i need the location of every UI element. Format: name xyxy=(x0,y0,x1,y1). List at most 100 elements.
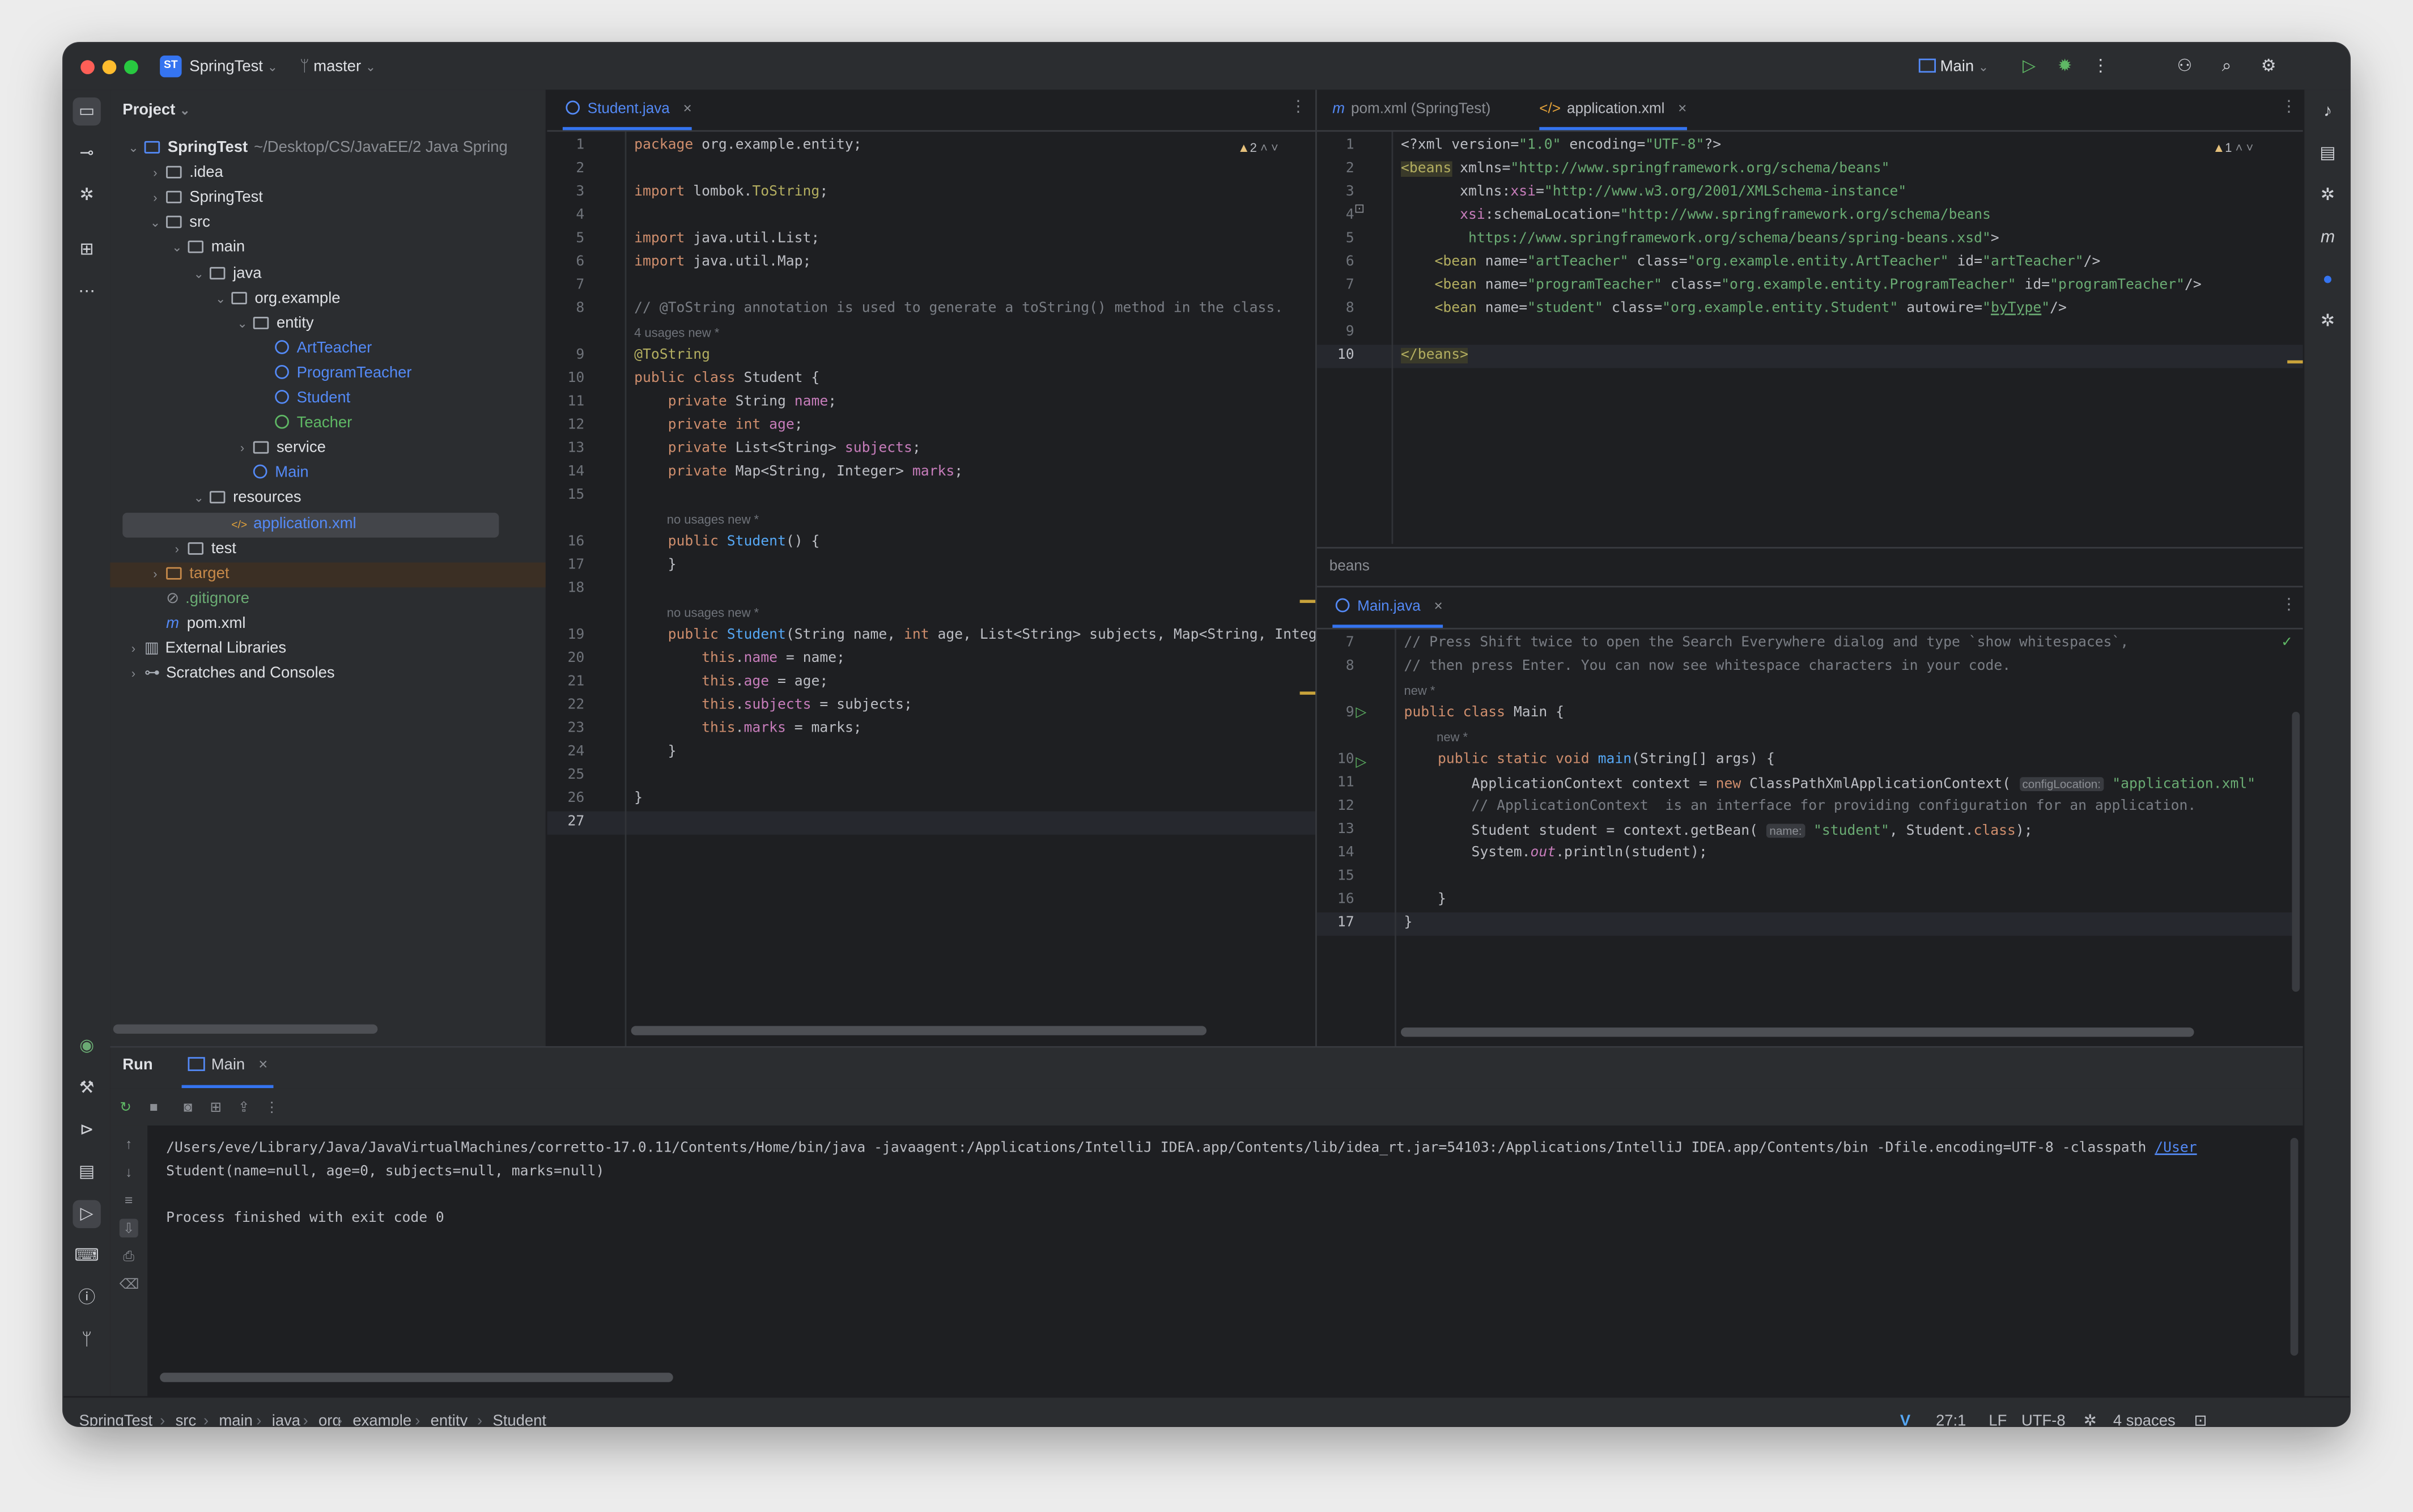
ai-assistant-icon[interactable]: ✲ xyxy=(73,181,100,209)
tree-item[interactable]: ⌄ main xyxy=(110,236,545,261)
tree-item[interactable]: › .idea xyxy=(110,162,545,186)
ai-chat-icon[interactable]: ✲ xyxy=(2314,308,2342,335)
services-icon[interactable]: ⊳ xyxy=(73,1116,100,1144)
more-actions-icon[interactable]: ⋮ xyxy=(262,1098,281,1116)
run-gutter-icon[interactable]: ▷ xyxy=(1356,754,1366,771)
tree-item[interactable]: › ▥ External Libraries xyxy=(110,637,545,662)
tree-item[interactable]: ⌄ SpringTest ~/Desktop/CS/JavaEE/2 Java Sp… xyxy=(110,137,545,162)
editor-hscrollbar[interactable] xyxy=(631,1026,1206,1035)
tree-item[interactable]: › SpringTest xyxy=(110,186,545,211)
scroll-down-icon[interactable]: ↓ xyxy=(120,1163,138,1182)
line-separator[interactable]: LF xyxy=(1989,1412,2007,1426)
rerun-icon[interactable]: ↻ xyxy=(116,1098,135,1116)
student-code[interactable]: 1 package org.example.entity; 2 3 import lom… xyxy=(547,90,1316,1046)
run-gutter-icon[interactable]: ▷ xyxy=(1356,704,1366,721)
main-code[interactable]: 7 // Press Shift twice to open the Search… xyxy=(1316,587,2303,1047)
terminal-icon[interactable]: ⌨ xyxy=(73,1242,100,1270)
structure-icon[interactable]: ⊞ xyxy=(73,236,100,264)
run-icon[interactable]: ▷ xyxy=(2018,56,2040,77)
code-vision-hint[interactable]: no usages new * xyxy=(667,511,759,530)
tree-item[interactable]: Main xyxy=(110,462,545,487)
tree-item[interactable]: ⌄ entity xyxy=(110,312,545,337)
stop-icon[interactable]: ■ xyxy=(145,1098,163,1116)
close-window-button[interactable] xyxy=(80,60,95,74)
nav-crumb[interactable]: src xyxy=(176,1412,197,1426)
restore-layout-icon[interactable]: ⊞ xyxy=(206,1098,225,1116)
zoom-window-button[interactable] xyxy=(124,60,138,74)
project-hscrollbar[interactable] xyxy=(113,1024,378,1034)
tree-item[interactable]: </> application.xml xyxy=(122,512,499,537)
chevron-right-icon[interactable]: › xyxy=(126,662,141,687)
chevron-down-icon[interactable]: ⌄ xyxy=(191,262,206,287)
chevron-right-icon[interactable]: › xyxy=(126,637,141,662)
run-tool-icon[interactable]: ▷ xyxy=(73,1200,101,1229)
console-link[interactable]: /User xyxy=(2155,1141,2197,1156)
tree-item[interactable]: › target xyxy=(110,562,546,587)
tree-item[interactable]: › service xyxy=(110,437,545,462)
code-vision-hint[interactable]: 4 usages new * xyxy=(634,325,719,343)
xml-code[interactable]: 1 <?xml version="1.0" encoding="UTF-8"?> 2… xyxy=(1316,90,2303,584)
tree-item[interactable]: ProgramTeacher xyxy=(110,362,545,387)
tree-item[interactable]: ArtTeacher xyxy=(110,337,545,362)
project-panel-header[interactable]: Project ⌄ xyxy=(122,102,190,119)
chevron-down-icon[interactable]: ⌄ xyxy=(191,487,206,512)
scroll-to-end-icon[interactable]: ⇩ xyxy=(119,1218,138,1238)
run-config-selector[interactable]: Main ⌄ xyxy=(1918,56,1989,79)
xml-breadcrumb[interactable]: beans xyxy=(1329,558,1370,575)
nav-crumb[interactable]: main xyxy=(219,1412,253,1426)
export-icon[interactable]: ⇪ xyxy=(235,1098,253,1116)
editor-hscrollbar[interactable] xyxy=(1401,1027,2194,1037)
tree-item[interactable]: ⌄ org.example xyxy=(110,287,545,312)
nav-crumb[interactable]: entity xyxy=(431,1412,468,1426)
chevron-right-icon[interactable]: › xyxy=(235,437,250,462)
tree-item[interactable]: › test xyxy=(110,537,545,562)
notifications-bell-icon[interactable]: ♪ xyxy=(2314,97,2342,125)
scroll-up-icon[interactable]: ↑ xyxy=(120,1135,138,1153)
tree-item[interactable]: ⌄ src xyxy=(110,211,545,236)
nav-crumb[interactable]: java xyxy=(272,1412,300,1426)
more-actions-icon[interactable]: ⋮ xyxy=(2090,56,2112,77)
database-icon[interactable]: ▤ xyxy=(2314,139,2342,167)
caret-position[interactable]: 27:1 xyxy=(1936,1412,1966,1426)
tree-item[interactable]: Teacher xyxy=(110,412,545,437)
chevron-right-icon[interactable]: › xyxy=(147,562,163,587)
git-icon[interactable]: ᛘ xyxy=(73,1326,100,1354)
soft-wrap-icon[interactable]: ≡ xyxy=(120,1191,138,1209)
maven-icon[interactable]: m xyxy=(2314,223,2342,251)
branch-switcher[interactable]: ᛘ master ⌄ xyxy=(300,56,376,79)
camera-icon[interactable]: ◙ xyxy=(179,1098,197,1116)
code-with-me-icon[interactable]: ⚇ xyxy=(2174,56,2195,77)
more-tools-icon[interactable]: ⋯ xyxy=(73,278,100,305)
close-tab-icon[interactable]: × xyxy=(258,1057,267,1074)
editor-vscrollbar[interactable] xyxy=(2292,712,2300,992)
file-encoding[interactable]: UTF-8 xyxy=(2021,1412,2066,1426)
ai-assistant-icon[interactable]: ✲ xyxy=(2314,181,2342,209)
project-folder-icon[interactable]: ▭ xyxy=(73,97,101,126)
debug-icon[interactable]: ✹ xyxy=(2054,56,2076,77)
tree-item[interactable]: ⌄ java xyxy=(110,262,545,287)
chevron-down-icon[interactable]: ⌄ xyxy=(235,312,250,337)
run-tab-main[interactable]: Main × xyxy=(181,1048,274,1089)
build-hammer-icon[interactable]: ⚒ xyxy=(73,1074,100,1102)
chevron-down-icon[interactable]: ⌄ xyxy=(126,137,141,162)
nav-crumb[interactable]: SpringTest xyxy=(79,1412,152,1426)
nav-crumb[interactable]: Student xyxy=(492,1412,546,1426)
code-vision-hint[interactable]: new * xyxy=(1437,729,1468,747)
tree-item[interactable]: Student xyxy=(110,387,545,411)
problems-icon[interactable]: ⓘ xyxy=(73,1284,100,1312)
settings-gear-icon[interactable]: ⚙ xyxy=(2258,56,2279,77)
ai-status-icon[interactable]: ✲ xyxy=(2084,1412,2097,1426)
vim-icon[interactable]: V xyxy=(1900,1412,1910,1426)
minimize-window-button[interactable] xyxy=(102,60,117,74)
copilot-icon[interactable]: ● xyxy=(2314,265,2342,293)
nav-crumb[interactable]: example xyxy=(352,1412,411,1426)
console-vscrollbar[interactable] xyxy=(2290,1137,2299,1356)
chevron-down-icon[interactable]: ⌄ xyxy=(213,287,228,312)
chevron-down-icon[interactable]: ⌄ xyxy=(169,236,185,261)
tree-item[interactable]: ⊘ .gitignore xyxy=(110,587,545,612)
console-hscrollbar[interactable] xyxy=(160,1373,673,1382)
python-console-icon[interactable]: ◉ xyxy=(73,1032,100,1060)
print-icon[interactable]: ⎙ xyxy=(120,1247,138,1265)
bean-gutter-icon[interactable]: ⊡ xyxy=(1354,202,1365,216)
search-icon[interactable]: ⌕ xyxy=(2216,56,2237,77)
